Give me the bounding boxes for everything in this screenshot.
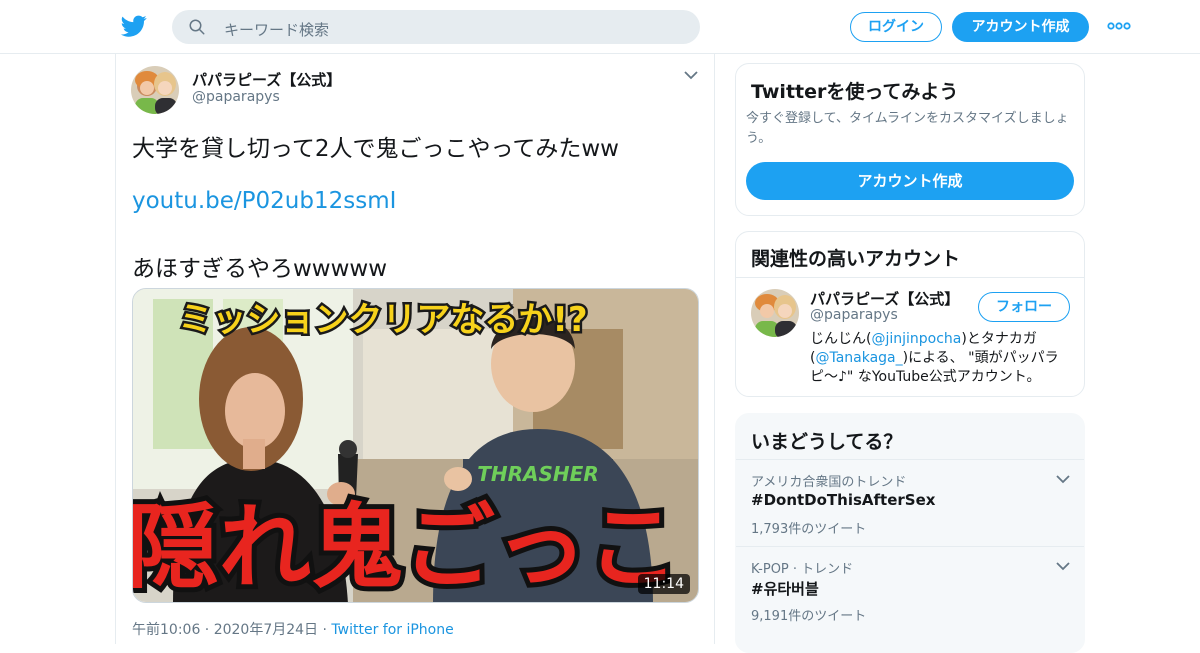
more-options-icon[interactable]	[1106, 19, 1132, 33]
login-button[interactable]: ログイン	[850, 12, 942, 42]
related-accounts-card: 関連性の高いアカウント パパラピーズ【公式】 @paparapys フォロー じ…	[735, 231, 1085, 397]
search-placeholder[interactable]: キーワード検索	[224, 19, 329, 40]
tweet-timestamp[interactable]: 午前10:06 · 2020年7月24日	[132, 622, 318, 638]
search-icon	[189, 19, 205, 35]
trend-item[interactable]: アメリカ合衆国のトレンド #DontDoThisAfterSex 1,793件の…	[736, 459, 1084, 546]
try-twitter-description: 今すぐ登録して、タイムラインをカスタマイズしましょう。	[746, 111, 1069, 146]
chevron-down-icon[interactable]	[684, 70, 698, 80]
tweet-text-line-1: 大学を貸し切って2人で鬼ごっこやってみたww	[132, 136, 619, 162]
trend-hashtag[interactable]: #유타버블	[751, 578, 819, 599]
follow-button[interactable]: フォロー	[978, 292, 1070, 322]
divider	[736, 277, 1084, 278]
trends-title: いまどうしてる？	[751, 431, 903, 453]
video-bottom-caption: 隠れ鬼ごっこ	[133, 494, 679, 601]
video-duration-badge: 11:14	[637, 574, 690, 594]
bio-text: じんじん(	[810, 331, 872, 347]
trend-hashtag[interactable]: #DontDoThisAfterSex	[751, 491, 935, 509]
tweet-metadata: 午前10:06 · 2020年7月24日 · Twitter for iPhon…	[132, 619, 454, 639]
meta-separator: ·	[318, 622, 332, 638]
related-account-handle[interactable]: @paparapys	[810, 307, 898, 323]
avatar[interactable]	[131, 66, 179, 114]
trend-context: K-POP · トレンド	[751, 562, 854, 577]
try-twitter-card: Twitterを使ってみよう 今すぐ登録して、タイムラインをカスタマイズしましょ…	[735, 63, 1085, 216]
signup-button[interactable]: アカウント作成	[952, 12, 1089, 42]
tweet-text-line-2: あほすぎるやろwwwww	[132, 256, 388, 282]
tweet-author-name[interactable]: パパラピーズ【公式】	[192, 69, 341, 90]
related-account-name[interactable]: パパラピーズ【公式】	[810, 288, 959, 309]
try-twitter-title: Twitterを使ってみよう	[751, 81, 959, 103]
trend-item[interactable]: K-POP · トレンド #유타버블 9,191件のツイート	[736, 546, 1084, 633]
trend-tweet-count: 1,793件のツイート	[751, 522, 867, 537]
avatar[interactable]	[751, 289, 799, 337]
top-navigation-bar: キーワード検索 ログイン アカウント作成	[0, 0, 1200, 54]
related-account-bio: じんじん(@jinjinpocha)とタナカガ(@Tanakaga_)による、 …	[810, 330, 1074, 387]
twitter-bird-icon[interactable]	[120, 13, 148, 39]
bio-mention-link[interactable]: @Tanakaga_	[815, 350, 902, 366]
video-thumbnail[interactable]: THRASHER ミッションクリアなるか!? 隠れ鬼ごっこ 11:14	[132, 288, 699, 603]
create-account-button[interactable]: アカウント作成	[746, 162, 1074, 200]
shirt-print-text: THRASHER	[477, 462, 598, 486]
chevron-down-icon[interactable]	[1056, 561, 1070, 571]
trends-card: いまどうしてる？ アメリカ合衆国のトレンド #DontDoThisAfterSe…	[735, 413, 1085, 653]
related-accounts-title: 関連性の高いアカウント	[751, 248, 961, 270]
trend-context: アメリカ合衆国のトレンド	[751, 475, 907, 490]
tweet-link[interactable]: youtu.be/P02ub12ssmI	[132, 188, 396, 214]
trend-tweet-count: 9,191件のツイート	[751, 609, 867, 624]
search-box[interactable]: キーワード検索	[172, 10, 700, 44]
video-top-caption: ミッションクリアなるか!?	[178, 300, 587, 340]
video-still-image: THRASHER ミッションクリアなるか!? 隠れ鬼ごっこ	[133, 289, 698, 602]
bio-mention-link[interactable]: @jinjinpocha	[871, 331, 961, 347]
chevron-down-icon[interactable]	[1056, 474, 1070, 484]
tweet-detail: パパラピーズ【公式】 @paparapys 大学を貸し切って2人で鬼ごっこやって…	[115, 54, 715, 644]
tweet-source-link[interactable]: Twitter for iPhone	[331, 622, 453, 638]
tweet-author-handle[interactable]: @paparapys	[192, 89, 280, 105]
